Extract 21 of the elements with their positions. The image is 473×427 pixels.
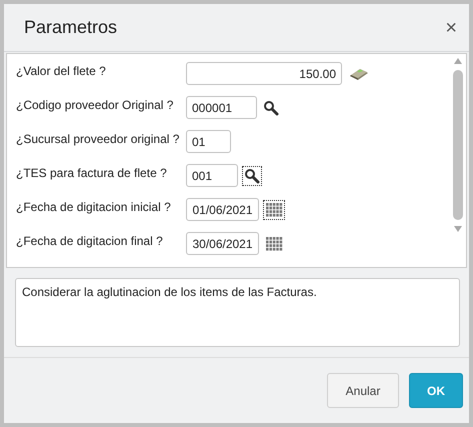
input-field[interactable]: 30/06/2021	[186, 232, 259, 255]
field-label: ¿Fecha de digitacion final ?	[16, 233, 164, 250]
scroll-up-icon[interactable]	[454, 58, 462, 64]
calendar-icon[interactable]	[263, 200, 285, 220]
input-field[interactable]: 01/06/2021	[186, 198, 259, 221]
window-title: Parametros	[24, 17, 118, 38]
input-field[interactable]: 000001	[186, 96, 257, 119]
close-button[interactable]: ×	[445, 18, 457, 38]
cancel-button[interactable]: Anular	[327, 373, 399, 408]
field-label: ¿Sucursal proveedor original ?	[16, 131, 180, 148]
field-label: ¿Valor del flete ?	[16, 63, 107, 80]
input-field[interactable]: 150.00	[186, 62, 342, 85]
description-text: Considerar la aglutinacion de los items de las Facturas.	[15, 278, 460, 347]
input-field[interactable]: 001	[186, 164, 238, 187]
search-icon[interactable]	[242, 166, 262, 186]
field-label: ¿Fecha de digitacion inicial ?	[16, 199, 172, 216]
scroll-thumb[interactable]	[453, 70, 463, 220]
input-field[interactable]: 01	[186, 130, 231, 153]
field-label: ¿Codigo proveedor Original ?	[16, 97, 174, 114]
scroll-down-icon[interactable]	[454, 226, 462, 232]
field-label: ¿TES para factura de flete ?	[16, 165, 168, 182]
